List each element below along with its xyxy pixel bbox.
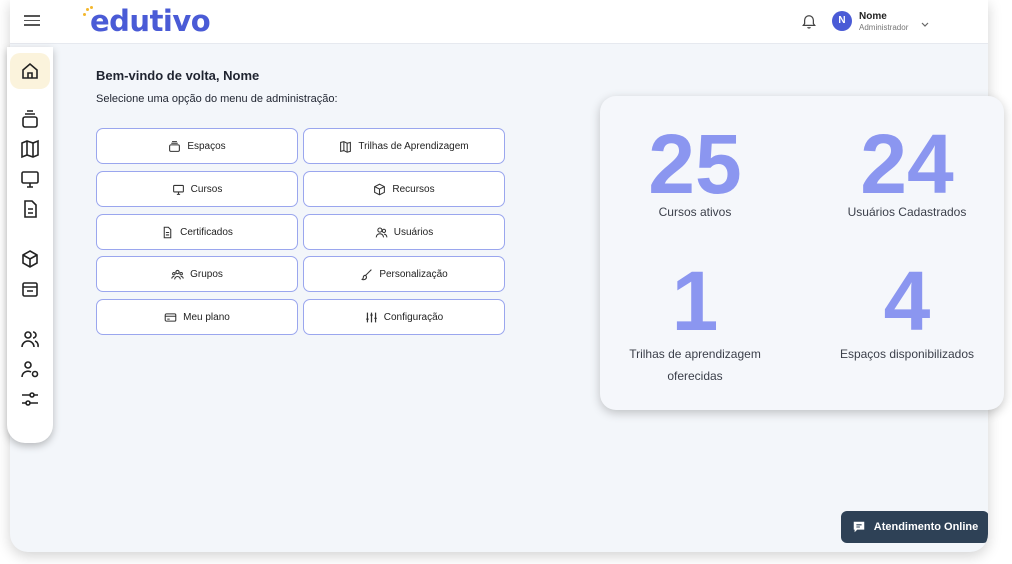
sidebar-item-espacos[interactable] bbox=[20, 109, 40, 129]
card-icon bbox=[164, 312, 177, 322]
espacos-button-label: Espaços bbox=[187, 140, 226, 152]
recursos-button-label: Recursos bbox=[392, 183, 435, 195]
certificados-button-label: Certificados bbox=[180, 226, 233, 238]
document-icon bbox=[163, 226, 172, 238]
logo-text: edutivo bbox=[90, 4, 211, 38]
personalizacao-button[interactable]: Personalização bbox=[303, 256, 505, 292]
avatar[interactable]: N bbox=[832, 11, 852, 31]
sidebar-item-trilhas[interactable] bbox=[20, 139, 40, 159]
bell-icon[interactable] bbox=[802, 13, 816, 29]
sliders-icon bbox=[22, 392, 38, 406]
stats-card: 25 Cursos ativos 24 Usuários Cadastrados… bbox=[600, 96, 1004, 410]
home-icon bbox=[22, 62, 38, 79]
welcome-title: Bem-vindo de volta, Nome bbox=[96, 68, 260, 83]
sidebar-item-home[interactable] bbox=[20, 61, 40, 81]
user-role: Administrador bbox=[859, 23, 909, 32]
users-icon bbox=[21, 331, 39, 348]
configuracao-button[interactable]: Configuração bbox=[303, 299, 505, 335]
document-icon bbox=[24, 200, 37, 218]
stat-trilhas-value: 1 bbox=[671, 254, 719, 348]
menu-hamburger-icon[interactable] bbox=[24, 12, 40, 28]
brush-icon bbox=[361, 268, 373, 280]
personalizacao-button-label: Personalização bbox=[379, 268, 448, 280]
configuracao-button-label: Configuração bbox=[383, 311, 444, 323]
usuarios-button-label: Usuários bbox=[393, 226, 434, 238]
trilhas-button-label: Trilhas de Aprendizagem bbox=[358, 140, 469, 152]
monitor-icon bbox=[21, 171, 39, 188]
stat-cursos-value: 25 bbox=[648, 117, 742, 211]
logo-dots bbox=[83, 6, 93, 18]
stack-icon bbox=[22, 110, 38, 128]
chat-icon bbox=[853, 521, 864, 533]
cube-icon bbox=[374, 183, 386, 195]
sidebar bbox=[7, 47, 53, 443]
users-icon bbox=[375, 227, 388, 237]
grupos-button-label: Grupos bbox=[190, 268, 223, 280]
stat-usuarios-value: 24 bbox=[860, 117, 954, 211]
recursos-button[interactable]: Recursos bbox=[303, 171, 505, 207]
sidebar-item-certificados[interactable] bbox=[20, 199, 40, 219]
stack-icon bbox=[169, 140, 181, 152]
certificados-button[interactable]: Certificados bbox=[96, 214, 298, 250]
user-name[interactable]: Nome bbox=[859, 11, 887, 22]
map-icon bbox=[21, 139, 39, 159]
usuarios-button[interactable]: Usuários bbox=[303, 214, 505, 250]
meu-plano-button[interactable]: Meu plano bbox=[96, 299, 298, 335]
store-icon bbox=[22, 282, 38, 297]
stat-cursos-label: Cursos ativos bbox=[658, 205, 732, 219]
atendimento-online-label: Atendimento Online bbox=[873, 521, 979, 533]
stat-trilhas-label-line1: Trilhas de aprendizagem bbox=[629, 347, 761, 361]
stat-espacos-label: Espaços disponibilizados bbox=[839, 347, 975, 361]
sidebar-item-usuarios[interactable] bbox=[20, 329, 40, 349]
grupos-button[interactable]: Grupos bbox=[96, 256, 298, 292]
stat-usuarios-label: Usuários Cadastrados bbox=[847, 205, 967, 219]
atendimento-online-button[interactable]: Atendimento Online bbox=[841, 511, 988, 543]
meu-plano-button-label: Meu plano bbox=[183, 311, 230, 323]
logo[interactable]: edutivo bbox=[83, 4, 211, 38]
monitor-icon bbox=[172, 184, 184, 195]
cursos-button[interactable]: Cursos bbox=[96, 171, 298, 207]
sidebar-item-recursos[interactable] bbox=[20, 249, 40, 269]
stat-espacos-value: 4 bbox=[883, 254, 931, 348]
group-icon bbox=[171, 269, 184, 279]
cursos-button-label: Cursos bbox=[190, 183, 223, 195]
trilhas-button[interactable]: Trilhas de Aprendizagem bbox=[303, 128, 505, 164]
sidebar-item-loja[interactable] bbox=[20, 279, 40, 299]
user-settings-icon bbox=[21, 361, 39, 378]
map-icon bbox=[340, 140, 352, 153]
stat-trilhas-label-line2: oferecidas bbox=[667, 369, 723, 383]
sidebar-item-configuracao[interactable] bbox=[20, 389, 40, 409]
espacos-button[interactable]: Espaços bbox=[96, 128, 298, 164]
welcome-subtitle: Selecione uma opção do menu de administr… bbox=[96, 93, 338, 105]
sidebar-item-cursos[interactable] bbox=[20, 169, 40, 189]
cube-icon bbox=[22, 250, 38, 268]
sidebar-item-perfis[interactable] bbox=[20, 359, 40, 379]
chevron-down-icon[interactable] bbox=[920, 16, 930, 27]
top-bar: edutivo N Nome Administrador bbox=[10, 0, 988, 44]
sliders-icon bbox=[365, 312, 377, 322]
